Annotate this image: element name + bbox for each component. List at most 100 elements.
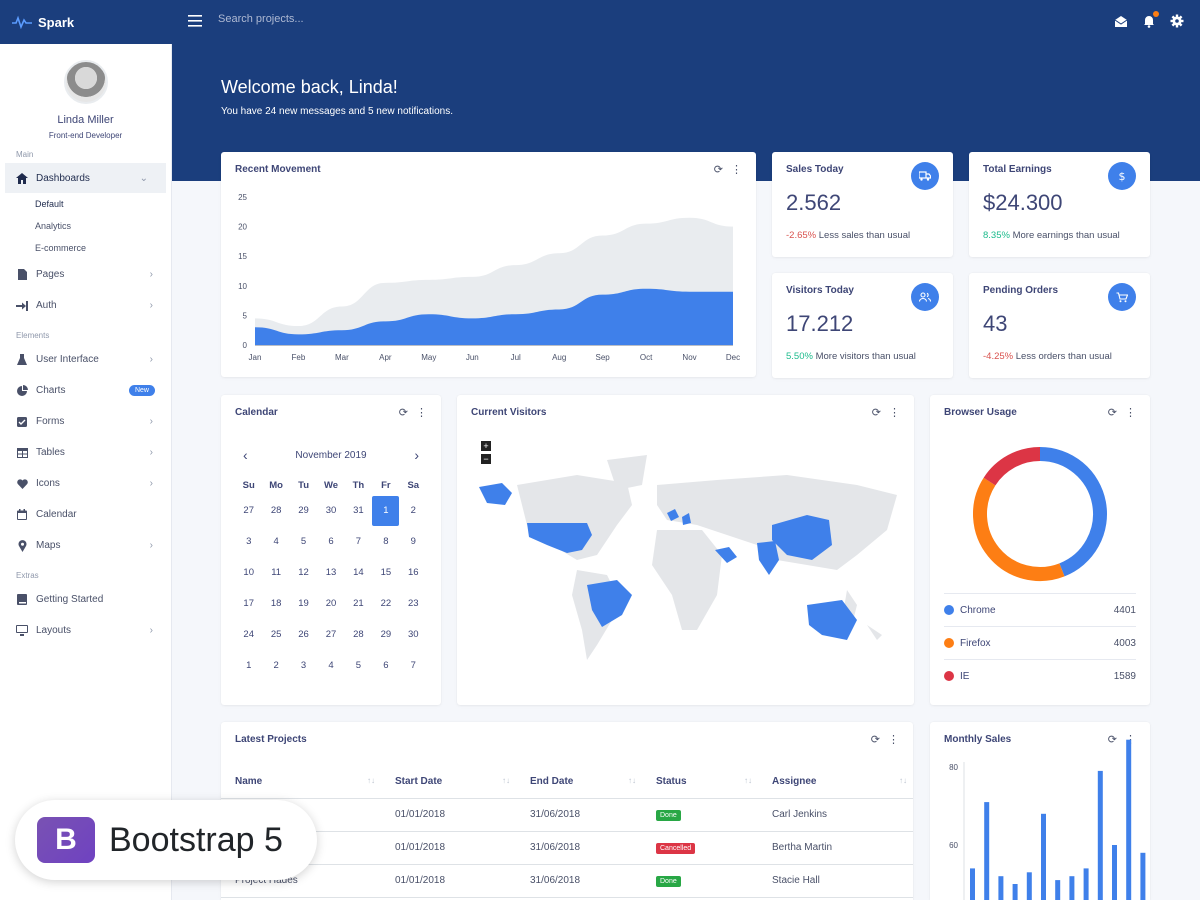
calendar-day[interactable]: 21 <box>345 588 372 619</box>
calendar-day[interactable]: 30 <box>400 619 427 650</box>
more-icon[interactable]: ⋮ <box>416 406 427 419</box>
sidebar-item-tables[interactable]: Tables › <box>0 437 171 468</box>
sidebar-item-auth[interactable]: Auth › <box>0 290 171 321</box>
world-map[interactable] <box>457 395 914 705</box>
sidebar-item-calendar[interactable]: Calendar <box>0 499 171 530</box>
calendar-day[interactable]: 8 <box>372 526 399 557</box>
calendar-grid: Su Mo Tu We Th Fr Sa 27 28 29 30 31 1 2 3 4 5 6 7 8 9 10 11 12 1… <box>235 475 427 681</box>
calendar-day[interactable]: 5 <box>345 650 372 681</box>
calendar-day[interactable]: 22 <box>372 588 399 619</box>
calendar-day[interactable]: 29 <box>372 619 399 650</box>
sidebar-item-pages[interactable]: Pages › <box>0 259 171 290</box>
calendar-day[interactable]: 29 <box>290 495 317 526</box>
col-start[interactable]: Start Date ↑↓ <box>381 766 516 799</box>
col-status[interactable]: Status ↑↓ <box>642 766 758 799</box>
sidebar-sub-default[interactable]: Default <box>0 193 171 215</box>
prev-month-button[interactable]: ‹ <box>235 447 248 463</box>
calendar-day-label: 10 <box>243 567 254 578</box>
calendar-day[interactable]: 30 <box>317 495 344 526</box>
calendar-day[interactable]: 26 <box>290 619 317 650</box>
calendar-day-label: 7 <box>355 536 362 547</box>
bar <box>984 802 990 900</box>
calendar-day[interactable]: 31 <box>345 495 372 526</box>
calendar-day[interactable]: 28 <box>345 619 372 650</box>
calendar-day[interactable]: 27 <box>317 619 344 650</box>
calendar-day[interactable]: 15 <box>372 557 399 588</box>
calendar-day[interactable]: 16 <box>400 557 427 588</box>
calendar-day[interactable]: 18 <box>262 588 289 619</box>
calendar-day[interactable]: 7 <box>345 526 372 557</box>
table-row[interactable]: Project Apollo01/01/201831/06/2018DoneCa… <box>221 798 913 832</box>
calendar-day[interactable]: 3 <box>235 526 262 557</box>
calendar-day[interactable]: 2 <box>400 495 427 526</box>
calendar-day[interactable]: 10 <box>235 557 262 588</box>
sidebar-item-dashboards[interactable]: Dashboards ⌄ <box>5 163 166 193</box>
calendar-day[interactable]: 17 <box>235 588 262 619</box>
more-icon[interactable]: ⋮ <box>1125 406 1136 419</box>
sidebar-sub-ecommerce[interactable]: E-commerce <box>0 237 171 259</box>
calendar-day[interactable]: 14 <box>345 557 372 588</box>
sort-icon: ↑↓ <box>899 776 907 786</box>
brand[interactable]: Spark <box>0 0 172 44</box>
legend-swatch <box>944 605 954 615</box>
sidebar-sub-analytics[interactable]: Analytics <box>0 215 171 237</box>
x-tick-label: Jan <box>249 353 262 362</box>
cell-status: Done <box>642 864 758 898</box>
x-tick-label: Sep <box>596 353 611 362</box>
new-badge: New <box>128 385 155 396</box>
calendar-day-label: 13 <box>325 567 337 578</box>
calendar-day[interactable]: 13 <box>317 557 344 588</box>
refresh-icon[interactable]: ⟳ <box>871 733 880 746</box>
sidebar-item-forms[interactable]: Forms › <box>0 406 171 437</box>
sidebar-item-icons[interactable]: Icons › <box>0 468 171 499</box>
calendar-day[interactable]: 6 <box>317 526 344 557</box>
calendar-day[interactable]: 6 <box>372 650 399 681</box>
search-input[interactable] <box>218 13 418 25</box>
calendar-day[interactable]: 3 <box>290 650 317 681</box>
bell-icon[interactable] <box>1142 11 1159 28</box>
calendar-day[interactable]: 5 <box>290 526 317 557</box>
bar-chart: 80 60 <box>949 739 1146 900</box>
calendar-day[interactable]: 23 <box>400 588 427 619</box>
menu-toggle-icon[interactable] <box>188 15 202 27</box>
calendar-day[interactable]: 4 <box>262 526 289 557</box>
stat-title: Total Earnings <box>983 164 1052 175</box>
sidebar-item-layouts[interactable]: Layouts › <box>0 615 171 646</box>
sidebar-item-user-interface[interactable]: User Interface › <box>0 344 171 375</box>
cell-status: Done <box>642 798 758 832</box>
calendar-day[interactable]: 2 <box>262 650 289 681</box>
calendar-day[interactable]: 9 <box>400 526 427 557</box>
sidebar-item-getting-started[interactable]: Getting Started <box>0 584 171 615</box>
calendar-day[interactable]: 27 <box>235 495 262 526</box>
avatar[interactable] <box>63 60 108 104</box>
calendar-day[interactable]: 1 <box>372 495 400 526</box>
refresh-icon[interactable]: ⟳ <box>399 406 408 419</box>
table-row[interactable]: Project Fireball01/01/201831/06/2018Canc… <box>221 831 913 865</box>
calendar-day[interactable]: 1 <box>235 650 262 681</box>
calendar-day[interactable]: 7 <box>400 650 427 681</box>
calendar-day[interactable]: 19 <box>290 588 317 619</box>
legend-value: 4401 <box>1113 604 1136 616</box>
calendar-day[interactable]: 20 <box>317 588 344 619</box>
col-assignee[interactable]: Assignee ↑↓ <box>758 766 913 799</box>
sidebar-item-maps[interactable]: Maps › <box>0 530 171 561</box>
calendar-day[interactable]: 28 <box>262 495 289 526</box>
table-icon <box>16 447 28 458</box>
calendar-day[interactable]: 4 <box>317 650 344 681</box>
next-month-button[interactable]: › <box>414 447 427 463</box>
calendar-day[interactable]: 25 <box>262 619 289 650</box>
calendar-day[interactable]: 11 <box>262 557 289 588</box>
more-icon[interactable]: ⋮ <box>888 733 899 746</box>
x-tick-label: Aug <box>552 353 566 362</box>
calendar-day[interactable]: 24 <box>235 619 262 650</box>
y-tick-label: 80 <box>949 763 958 772</box>
gear-icon[interactable] <box>1170 14 1184 28</box>
calendar-day[interactable]: 12 <box>290 557 317 588</box>
col-name[interactable]: Name ↑↓ <box>221 766 381 799</box>
col-end[interactable]: End Date ↑↓ <box>516 766 642 799</box>
table-row[interactable]: Project Hades 01/01/2018 31/06/2018 Done Sta… <box>221 864 913 898</box>
envelope-open-icon[interactable] <box>1114 14 1128 28</box>
cell-end: 31/06/2018 <box>516 798 642 832</box>
sidebar-item-charts[interactable]: Charts New <box>0 375 171 406</box>
refresh-icon[interactable]: ⟳ <box>1108 406 1117 419</box>
